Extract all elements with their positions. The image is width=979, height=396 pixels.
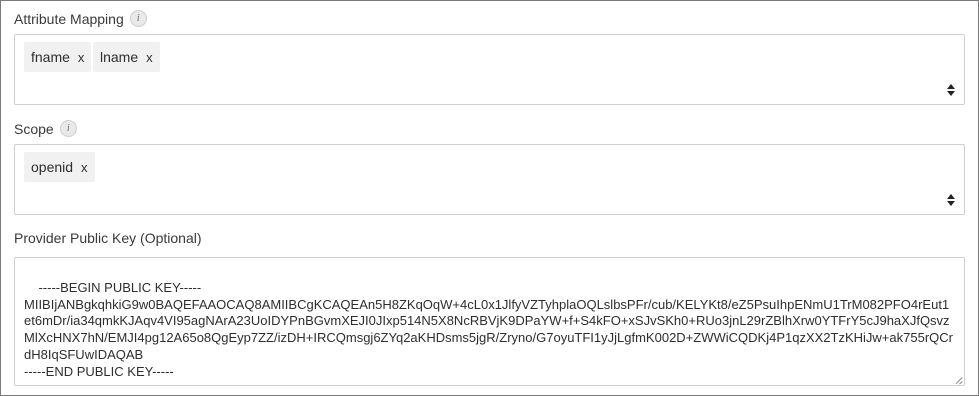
scope-label-text: Scope [14, 120, 54, 137]
chip-remove-icon[interactable]: x [78, 50, 85, 65]
scope-chip-openid: openid x [24, 152, 95, 182]
attribute-chip-lname: lname x [93, 42, 160, 72]
scope-label: Scope i [14, 120, 77, 137]
chip-label: openid [31, 159, 74, 175]
attribute-chip-fname: fname x [24, 42, 92, 72]
attribute-mapping-label-text: Attribute Mapping [14, 10, 124, 27]
public-key-textarea[interactable]: -----BEGIN PUBLIC KEY----- MIIBIjANBgkqh… [14, 257, 965, 386]
scope-select[interactable]: openid x [14, 144, 965, 215]
public-key-value: -----BEGIN PUBLIC KEY----- MIIBIjANBgkqh… [24, 279, 953, 379]
info-icon[interactable]: i [129, 10, 147, 27]
settings-panel: Attribute Mapping i fname x lname x Scop… [0, 0, 979, 396]
select-sort-caret-icon[interactable] [946, 193, 956, 207]
chip-label: lname [100, 49, 139, 65]
resize-handle-icon[interactable] [954, 375, 962, 383]
public-key-label: Provider Public Key (Optional) [14, 230, 202, 246]
attribute-mapping-select[interactable]: fname x lname x [14, 34, 965, 105]
chip-label: fname [31, 49, 70, 65]
chip-remove-icon[interactable]: x [81, 160, 88, 175]
chip-remove-icon[interactable]: x [146, 50, 153, 65]
info-icon[interactable]: i [59, 120, 77, 137]
attribute-mapping-label: Attribute Mapping i [14, 10, 147, 27]
select-sort-caret-icon[interactable] [946, 83, 956, 97]
public-key-label-text: Provider Public Key (Optional) [14, 230, 202, 246]
